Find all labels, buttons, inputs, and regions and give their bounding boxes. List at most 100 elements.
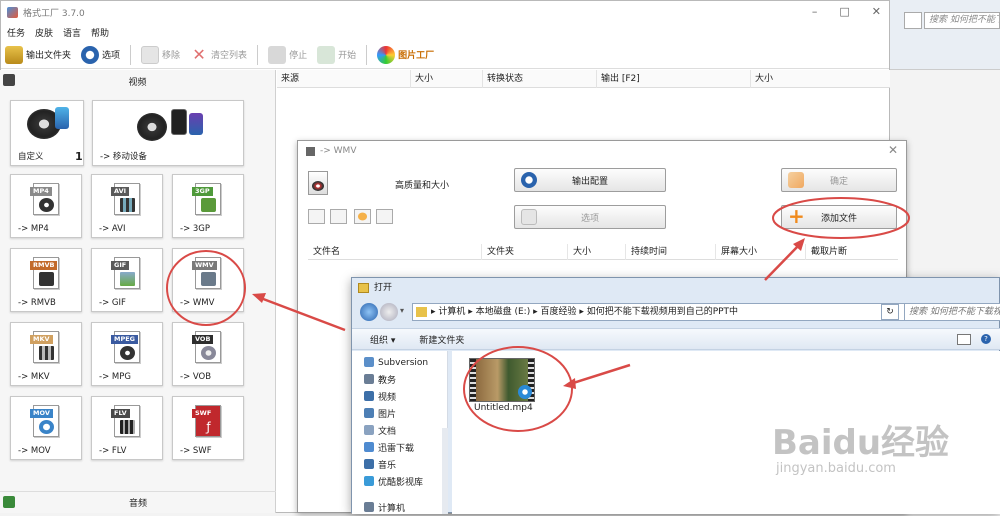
command-bar: 组织 ▾ 新建文件夹 ? [352,328,1000,350]
picture-factory-button[interactable]: 图片工厂 [377,45,434,64]
video-thumbnail[interactable] [469,358,535,402]
app-icon [7,6,18,18]
tile-3gp[interactable]: 3GP -> 3GP [172,174,244,238]
close-icon[interactable]: ✕ [872,5,881,18]
nav-scrollbar[interactable] [442,428,448,514]
nav-item-jiaowu[interactable]: 教务 [352,371,447,388]
options-icon [81,45,100,64]
maximize-icon[interactable]: □ [839,5,849,18]
quality-label: 高质量和大小 [395,181,450,191]
wmv-dialog-titlebar: -> WMV [298,141,906,161]
stop-icon [268,45,287,64]
audio-section-header[interactable]: 音频 [0,491,276,513]
remove-button[interactable]: 移除 [141,45,180,64]
picture-factory-icon [377,45,396,64]
nav-item-xunlei[interactable]: 迅雷下载 [352,439,447,456]
refresh-icon[interactable]: ↻ [881,304,899,320]
minimize-icon[interactable]: – [812,5,818,18]
column-size[interactable]: 大小 [411,70,483,88]
tile-wmv[interactable]: WMV -> WMV [172,248,244,312]
background-search-input[interactable]: 搜索 如何把不能下 [924,12,1000,29]
video-library-icon [364,391,374,401]
nav-item-videos[interactable]: 视频 [352,388,447,405]
open-dialog-titlebar: 打开 [352,278,999,298]
nav-item-music[interactable]: 音乐 [352,456,447,473]
play-icon[interactable] [354,209,371,224]
refresh-button[interactable] [904,12,922,29]
clear-files-icon[interactable] [330,209,347,224]
options-icon [521,209,537,225]
nav-item-computer[interactable]: 计算机 [352,499,447,516]
clear-list-button[interactable]: ✕ 清空列表 [190,45,247,64]
document-library-icon [364,425,374,435]
video-section-icon [3,74,15,86]
column-clip[interactable]: 截取片断 [806,244,898,260]
options-button[interactable]: 选项 [514,205,666,229]
computer-icon [364,502,374,512]
output-config-button[interactable]: 输出配置 [514,168,666,192]
preview-icon[interactable] [376,209,393,224]
new-folder-button[interactable]: 新建文件夹 [419,333,464,346]
tile-gif[interactable]: GIF -> GIF [91,248,163,312]
tile-custom[interactable]: 自定义 1 [10,100,84,166]
nav-item-pictures[interactable]: 图片 [352,405,447,422]
tile-mp4[interactable]: MP4 -> MP4 [10,174,82,238]
column-screen-size[interactable]: 屏幕大小 [716,244,806,260]
film-reel-icon [137,113,167,141]
wmv-format-icon [308,171,328,195]
video-section-header[interactable]: 视频 [0,70,275,92]
mov-file-icon: MOV [30,405,59,437]
column-file-name[interactable]: 文件名 [308,244,482,260]
column-folder[interactable]: 文件夹 [482,244,568,260]
file-name-label: Untitled.mp4 [474,403,533,413]
column-output[interactable]: 输出 [F2] [597,70,751,88]
nav-item-youku[interactable]: 优酷影视库 [352,473,447,490]
start-button[interactable]: 开始 [317,45,356,64]
organize-button[interactable]: 组织 ▾ [370,333,395,346]
forward-button[interactable] [380,303,398,321]
title-bar: 格式工厂 3.7.0 – □ ✕ [1,1,889,23]
stop-button[interactable]: 停止 [268,45,307,64]
tile-mkv[interactable]: MKV -> MKV [10,322,82,386]
output-folder-button[interactable]: 输出文件夹 [5,45,71,64]
column-output-size[interactable]: 大小 [751,70,890,88]
help-icon[interactable]: ? [981,334,991,344]
nav-item-subversion[interactable]: Subversion [352,354,447,371]
folder-icon [416,307,427,317]
menu-language[interactable]: 语言 [63,26,81,39]
column-duration[interactable]: 持续时间 [626,244,716,260]
nav-item-documents[interactable]: 文档 [352,422,447,439]
view-options-icon[interactable] [957,334,971,345]
column-size[interactable]: 大小 [568,244,626,260]
config-icon [521,172,537,188]
back-button[interactable] [360,303,378,321]
tile-flv[interactable]: FLV -> FLV [91,396,163,460]
menu-skin[interactable]: 皮肤 [35,26,53,39]
menu-help[interactable]: 帮助 [91,26,109,39]
tile-mov[interactable]: MOV -> MOV [10,396,82,460]
tile-mpg[interactable]: MPEG -> MPG [91,322,163,386]
history-dropdown-icon[interactable]: ▾ [400,306,404,315]
options-button[interactable]: 选项 [81,45,120,64]
tile-swf[interactable]: SWF ƒ -> SWF [172,396,244,460]
close-icon[interactable]: ✕ [888,143,898,157]
address-bar[interactable]: ▸ 计算机 ▸ 本地磁盘 (E:) ▸ 百度经验 ▸ 如何把不能下载视频用到自己… [412,303,932,321]
3gp-file-icon: 3GP [192,183,221,215]
tile-rmvb[interactable]: RMVB -> RMVB [10,248,82,312]
tile-mobile-device[interactable]: -> 移动设备 [92,100,244,166]
column-status[interactable]: 转换状态 [483,70,597,88]
menu-task[interactable]: 任务 [7,26,25,39]
tile-avi[interactable]: AVI -> AVI [91,174,163,238]
remove-file-icon[interactable] [308,209,325,224]
toolbar-divider [130,44,132,65]
music-note-icon [364,459,374,469]
tile-vob[interactable]: VOB -> VOB [172,322,244,386]
add-file-button[interactable]: + 添加文件 [781,205,897,229]
subversion-icon [364,357,374,367]
start-icon [317,45,336,64]
conversion-panel: 视频 自定义 1 -> 移动设备 MP4 -> MP4 AVI -> AVI 3… [0,70,276,513]
folder-icon [358,283,369,293]
ok-button[interactable]: 确定 [781,168,897,192]
search-input[interactable]: 搜索 如何把不能下载视 [904,303,1000,321]
column-source[interactable]: 来源 [277,70,411,88]
